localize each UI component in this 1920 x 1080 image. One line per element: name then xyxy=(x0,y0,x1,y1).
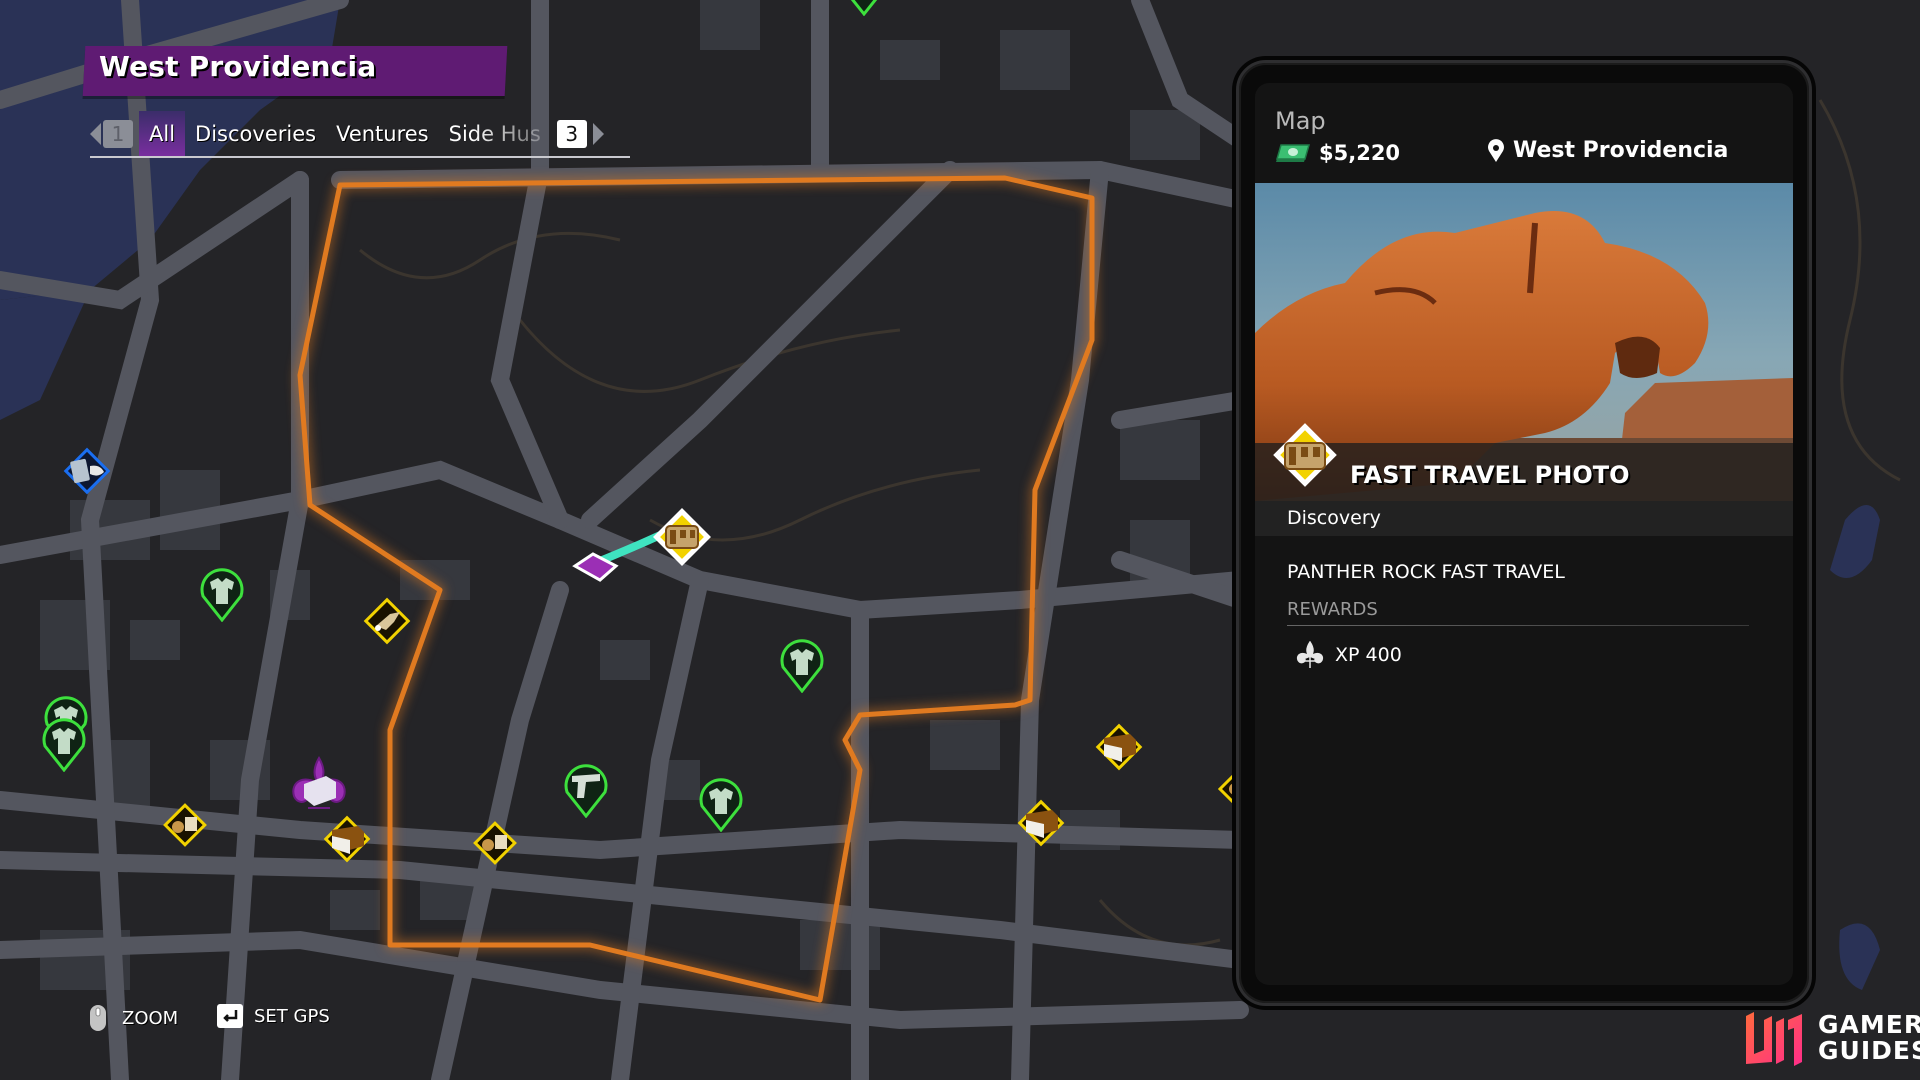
mission-name: PANTHER ROCK FAST TRAVEL xyxy=(1287,561,1565,583)
zoom-label: ZOOM xyxy=(122,1007,179,1029)
zoom-hint[interactable]: ZOOM xyxy=(88,1003,178,1033)
rewards-divider xyxy=(1287,625,1749,626)
tabs-underline xyxy=(90,156,630,158)
cache-box-marker[interactable] xyxy=(1014,796,1068,850)
tab-prev-key[interactable]: 1 xyxy=(103,120,133,148)
gamer-guides-watermark: GAMER GUIDES xyxy=(1742,1010,1920,1066)
panel-title: Map xyxy=(1275,107,1326,135)
location-display: West Providencia xyxy=(1487,138,1728,163)
clothing-store-marker[interactable] xyxy=(778,637,826,693)
location-photo: FAST TRAVEL PHOTO xyxy=(1255,183,1793,501)
watermark-line2: GUIDES xyxy=(1818,1036,1920,1065)
clothing-store-marker[interactable] xyxy=(198,566,246,622)
weapon-store-marker[interactable] xyxy=(562,762,610,818)
phone-screen: Map $5,220 West Providencia FAST TRAVEL … xyxy=(1255,83,1793,985)
ventures-contact-marker[interactable] xyxy=(60,444,114,498)
tab-all[interactable]: All xyxy=(139,111,186,157)
cash-icon xyxy=(1276,144,1310,162)
fast-travel-photo-marker[interactable] xyxy=(650,505,714,569)
fleur-de-lis-icon xyxy=(1296,641,1324,668)
category-label: Discovery xyxy=(1287,507,1381,529)
money-value: $5,220 xyxy=(1319,141,1401,165)
photo-collectible-marker[interactable] xyxy=(470,818,520,868)
clothing-store-marker[interactable] xyxy=(840,0,888,16)
tab-next-arrow-icon[interactable] xyxy=(592,123,604,145)
tab-prev-arrow-icon[interactable] xyxy=(90,123,101,145)
location-name: West Providencia xyxy=(1513,138,1729,163)
region-title: West Providencia xyxy=(99,50,377,83)
tab-side-hustles[interactable]: Side Hus xyxy=(439,111,551,157)
reward-item: XP 400 xyxy=(1295,641,1402,669)
category-row: Discovery xyxy=(1255,501,1793,536)
saints-hq-marker[interactable] xyxy=(284,754,354,824)
tab-next-key[interactable]: 3 xyxy=(556,120,587,148)
rewards-heading: REWARDS xyxy=(1287,599,1378,620)
watermark-line1: GAMER xyxy=(1818,1010,1920,1039)
photo-title: FAST TRAVEL PHOTO xyxy=(1350,461,1630,489)
mission-marker[interactable] xyxy=(360,594,414,648)
clothing-store-marker[interactable] xyxy=(40,716,88,772)
phone-panel: Map $5,220 West Providencia FAST TRAVEL … xyxy=(1236,60,1812,1006)
filter-tabs: 1 All Discoveries Ventures Side Hus 3 xyxy=(90,110,604,158)
mouse-icon xyxy=(90,1005,106,1031)
money-display: $5,220 xyxy=(1275,141,1400,165)
photo-collectible-marker[interactable] xyxy=(160,800,210,850)
water-pond-2 xyxy=(1839,923,1880,990)
set-gps-hint[interactable]: SET GPS xyxy=(216,1003,330,1029)
fast-travel-icon xyxy=(1273,423,1337,487)
tab-ventures[interactable]: Ventures xyxy=(326,111,439,157)
gamer-guides-logo-icon xyxy=(1746,1012,1802,1066)
set-gps-label: SET GPS xyxy=(254,1005,330,1027)
clothing-store-marker[interactable] xyxy=(697,776,745,832)
water-pond xyxy=(1830,505,1880,578)
water-bay-2 xyxy=(0,290,90,420)
tab-discoveries[interactable]: Discoveries xyxy=(185,111,326,157)
location-pin-icon xyxy=(1488,138,1504,162)
reward-text: XP 400 xyxy=(1335,644,1402,666)
cache-box-marker[interactable] xyxy=(1092,720,1146,774)
enter-key-icon xyxy=(217,1004,243,1028)
